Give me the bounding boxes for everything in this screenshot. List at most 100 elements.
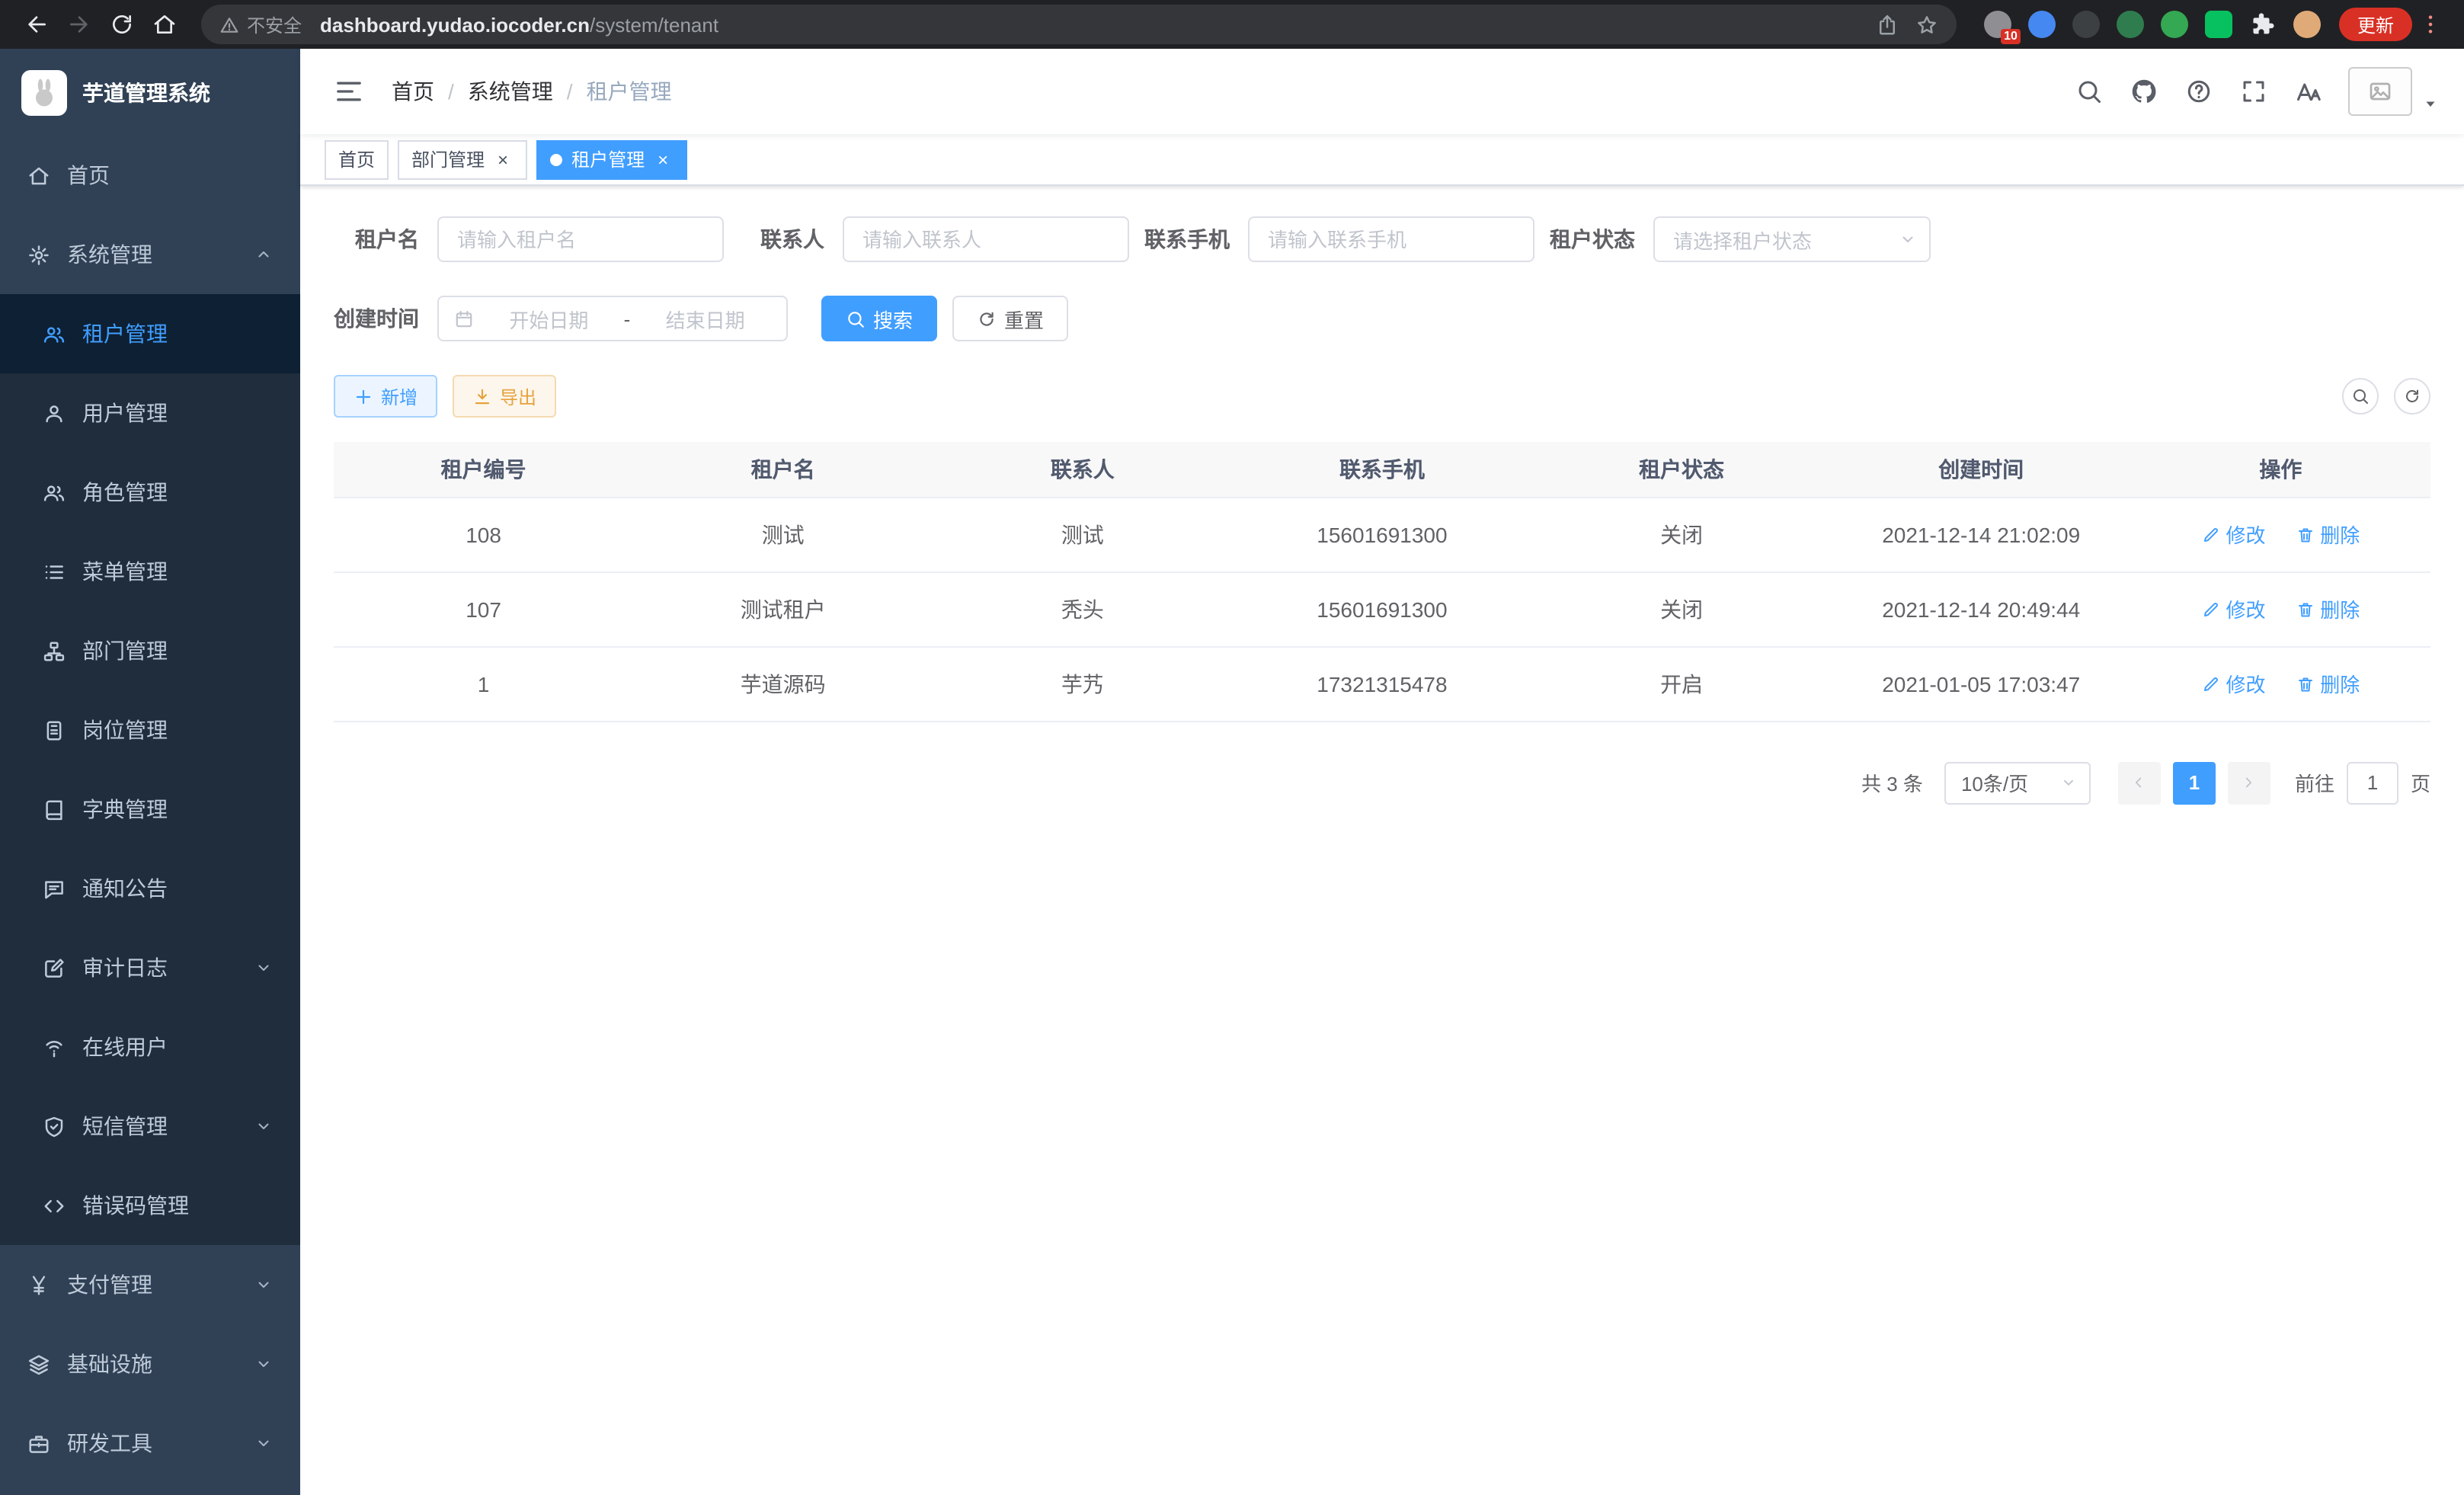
edit-link[interactable]: 修改 (2201, 669, 2265, 698)
sidebar-item-error-code-management[interactable]: 错误码管理 (0, 1166, 300, 1245)
breadcrumb-home[interactable]: 首页 (392, 76, 434, 107)
menu-label: 基础设施 (67, 1349, 152, 1379)
create-time-range-picker[interactable]: 开始日期 - 结束日期 (437, 296, 788, 341)
page-size-select[interactable]: 10条/页 (1944, 761, 2091, 804)
table-row: 107 测试租户 秃头 15601691300 关闭 2021-12-14 20… (334, 571, 2430, 646)
cell-tenant-id: 1 (334, 646, 633, 721)
cell-phone: 17321315478 (1232, 646, 1531, 721)
page-number-button[interactable]: 1 (2173, 761, 2216, 804)
delete-link[interactable]: 删除 (2296, 669, 2360, 698)
bookmark-star-icon[interactable] (1908, 5, 1947, 44)
toolbox-icon (27, 1432, 50, 1455)
security-chip[interactable]: 不安全 (219, 11, 302, 37)
sidebar-item-menu-management[interactable]: 菜单管理 (0, 532, 300, 611)
table-toolbar: 新增 导出 (334, 375, 2430, 418)
toggle-search-button[interactable] (2342, 378, 2379, 415)
extensions-puzzle-icon[interactable] (2249, 11, 2277, 38)
github-icon[interactable] (2117, 64, 2171, 119)
help-icon[interactable] (2171, 64, 2226, 119)
sidebar-item-tenant-management[interactable]: 租户管理 (0, 294, 300, 373)
search-button[interactable]: 搜索 (821, 296, 937, 341)
prev-page-button[interactable] (2118, 761, 2161, 804)
sidebar: 芋道管理系统 首页 系统管理 租户管理 (0, 49, 300, 1495)
sidebar-item-system[interactable]: 系统管理 (0, 215, 300, 294)
add-button[interactable]: 新增 (334, 375, 437, 418)
delete-link[interactable]: 删除 (2296, 520, 2360, 549)
avatar (2348, 67, 2412, 116)
chevron-down-icon (2060, 774, 2077, 791)
sidebar-item-notice[interactable]: 通知公告 (0, 849, 300, 928)
browser-reload-button[interactable] (101, 3, 143, 46)
browser-extension-icon[interactable]: 10 (1984, 11, 2011, 38)
search-icon (846, 309, 866, 328)
browser-menu-button[interactable] (2412, 6, 2449, 43)
browser-forward-button[interactable] (58, 3, 101, 46)
breadcrumb-system[interactable]: 系统管理 (468, 76, 553, 107)
refresh-table-button[interactable] (2394, 378, 2430, 415)
profile-avatar[interactable] (2293, 11, 2321, 38)
chevron-down-icon (254, 1434, 273, 1452)
edit-link[interactable]: 修改 (2201, 520, 2265, 549)
sidebar-item-dev-tools[interactable]: 研发工具 (0, 1404, 300, 1483)
chevron-down-icon (254, 959, 273, 977)
sidebar-item-user-management[interactable]: 用户管理 (0, 373, 300, 453)
column-header: 操作 (2131, 442, 2430, 497)
sidebar-item-post-management[interactable]: 岗位管理 (0, 690, 300, 770)
browser-update-button[interactable]: 更新 (2339, 8, 2412, 41)
browser-extension-icon[interactable] (2161, 11, 2188, 38)
tenant-name-input[interactable] (437, 216, 724, 262)
sidebar-item-online-users[interactable]: 在线用户 (0, 1007, 300, 1087)
sidebar-item-role-management[interactable]: 角色管理 (0, 453, 300, 532)
top-navbar: 首页 / 系统管理 / 租户管理 (300, 49, 2464, 134)
close-icon[interactable]: × (652, 149, 674, 170)
cell-actions: 修改 删除 (2131, 646, 2430, 721)
browser-extension-icon[interactable] (2072, 11, 2100, 38)
sidebar-menu: 首页 系统管理 租户管理 用户管理 (0, 136, 300, 1495)
user-menu[interactable] (2348, 67, 2443, 116)
address-bar[interactable]: 不安全 dashboard.yudao.iocoder.cn/system/te… (201, 5, 1957, 44)
tab-dept-management[interactable]: 部门管理 × (398, 139, 527, 179)
contact-input[interactable] (843, 216, 1129, 262)
browser-extension-icon[interactable] (2117, 11, 2144, 38)
sidebar-item-infrastructure[interactable]: 基础设施 (0, 1324, 300, 1404)
reset-button[interactable]: 重置 (952, 296, 1068, 341)
next-page-button[interactable] (2228, 761, 2270, 804)
sidebar-item-dict-management[interactable]: 字典管理 (0, 770, 300, 849)
goto-page-input[interactable] (2347, 761, 2398, 804)
cell-created: 2021-01-05 17:03:47 (1832, 646, 2131, 721)
sidebar-logo[interactable]: 芋道管理系统 (0, 49, 300, 136)
fullscreen-icon[interactable] (2226, 64, 2281, 119)
font-size-icon[interactable] (2281, 64, 2336, 119)
status-select[interactable]: 请选择租户状态 (1653, 216, 1931, 262)
roles-icon (43, 481, 66, 504)
delete-label: 删除 (2320, 669, 2360, 698)
browser-home-button[interactable] (143, 3, 186, 46)
book-icon (43, 798, 66, 821)
edit-link[interactable]: 修改 (2201, 594, 2265, 623)
sidebar-item-audit-log[interactable]: 审计日志 (0, 928, 300, 1007)
browser-extension-icon[interactable] (2028, 11, 2056, 38)
goto-suffix-label: 页 (2411, 768, 2430, 797)
pagination: 共 3 条 10条/页 1 前往 页 (334, 761, 2430, 804)
browser-back-button[interactable] (15, 3, 58, 46)
sidebar-item-sms-management[interactable]: 短信管理 (0, 1087, 300, 1166)
close-icon[interactable]: × (492, 149, 514, 170)
delete-link[interactable]: 删除 (2296, 594, 2360, 623)
sidebar-item-home[interactable]: 首页 (0, 136, 300, 215)
cell-created: 2021-12-14 21:02:09 (1832, 497, 2131, 571)
sidebar-item-dept-management[interactable]: 部门管理 (0, 611, 300, 690)
sidebar-collapse-button[interactable] (322, 64, 376, 119)
edit-label: 修改 (2226, 669, 2265, 698)
menu-label: 用户管理 (82, 398, 168, 428)
share-icon[interactable] (1868, 5, 1908, 44)
search-icon[interactable] (2062, 64, 2117, 119)
tab-tenant-management[interactable]: 租户管理 × (536, 139, 687, 179)
tab-home[interactable]: 首页 (325, 139, 389, 179)
phone-input[interactable] (1248, 216, 1534, 262)
cell-tenant-id: 108 (334, 497, 633, 571)
browser-extension-icon[interactable] (2205, 11, 2232, 38)
app-title: 芋道管理系统 (82, 77, 210, 107)
sidebar-item-payment[interactable]: 支付管理 (0, 1245, 300, 1324)
cell-tenant-id: 107 (334, 571, 633, 646)
export-button[interactable]: 导出 (453, 375, 556, 418)
